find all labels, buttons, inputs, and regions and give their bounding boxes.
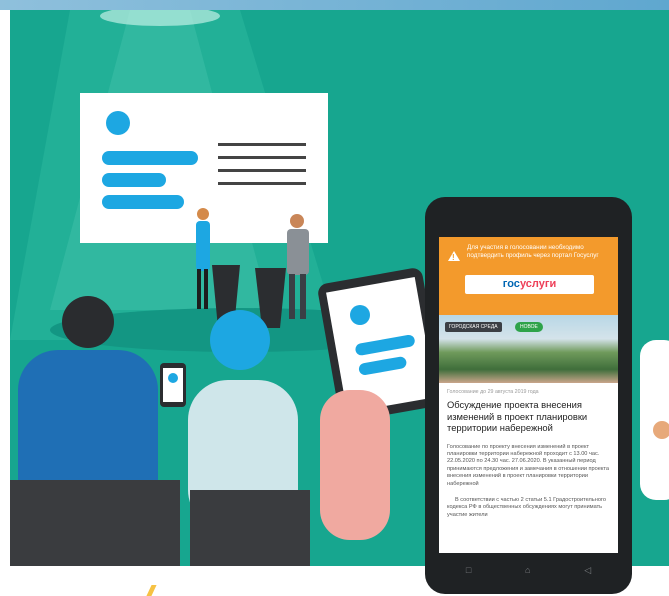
seat [10,480,180,566]
speaker-woman [197,208,209,220]
article-body: В соответствии с частью 2 статьи 5.1 Гра… [447,496,606,518]
chat-logo-icon [106,111,130,135]
notice-text: Для участия в голосовании необходимо под… [467,244,599,259]
slide-line [218,143,306,146]
new-badge: НОВОЕ [515,322,543,332]
slide-bar [102,173,166,187]
article: Голосование до 29 августа 2019 года Обсу… [439,383,618,519]
gosuslugi-login-button[interactable]: госуслуги [465,275,594,294]
slide-bar [102,151,198,165]
article-body: Голосование по проекту внесения изменени… [447,443,609,487]
notice-banner: ! Для участия в голосовании необходимо п… [439,237,618,315]
smartphone: ! Для участия в голосовании необходимо п… [425,197,632,594]
android-nav-bar: □ ⌂ ◁ [439,558,618,582]
speaker-man [287,229,309,275]
seat [190,490,310,566]
audience-person-pink [320,390,390,540]
back-icon[interactable]: ◁ [584,565,591,576]
home-icon[interactable]: ⌂ [525,565,530,575]
audience-head [210,310,270,370]
slide-line [218,182,306,185]
gosuslugi-label-part1: гос [502,278,520,290]
speaker-man [290,214,304,228]
slide-bar [102,195,184,209]
audience-head [62,296,114,348]
phone-screen: ! Для участия в голосовании необходимо п… [439,237,618,553]
square-icon[interactable]: □ [466,565,471,575]
gosuslugi-label-part2: услуги [519,278,557,290]
category-tag[interactable]: ГОРОДСКАЯ СРЕДА [445,322,502,332]
speaker-woman [196,221,210,271]
article-photo: ГОРОДСКАЯ СРЕДА НОВОЕ [439,315,618,383]
top-color-band [0,0,669,10]
article-title[interactable]: Обсуждение проекта внесения изменений в … [447,399,610,434]
audience-person-right [640,340,669,500]
cursor-mark [146,585,157,596]
article-date: Голосование до 29 августа 2019 года [447,389,539,395]
slide-line [218,169,306,172]
slide-line [218,156,306,159]
